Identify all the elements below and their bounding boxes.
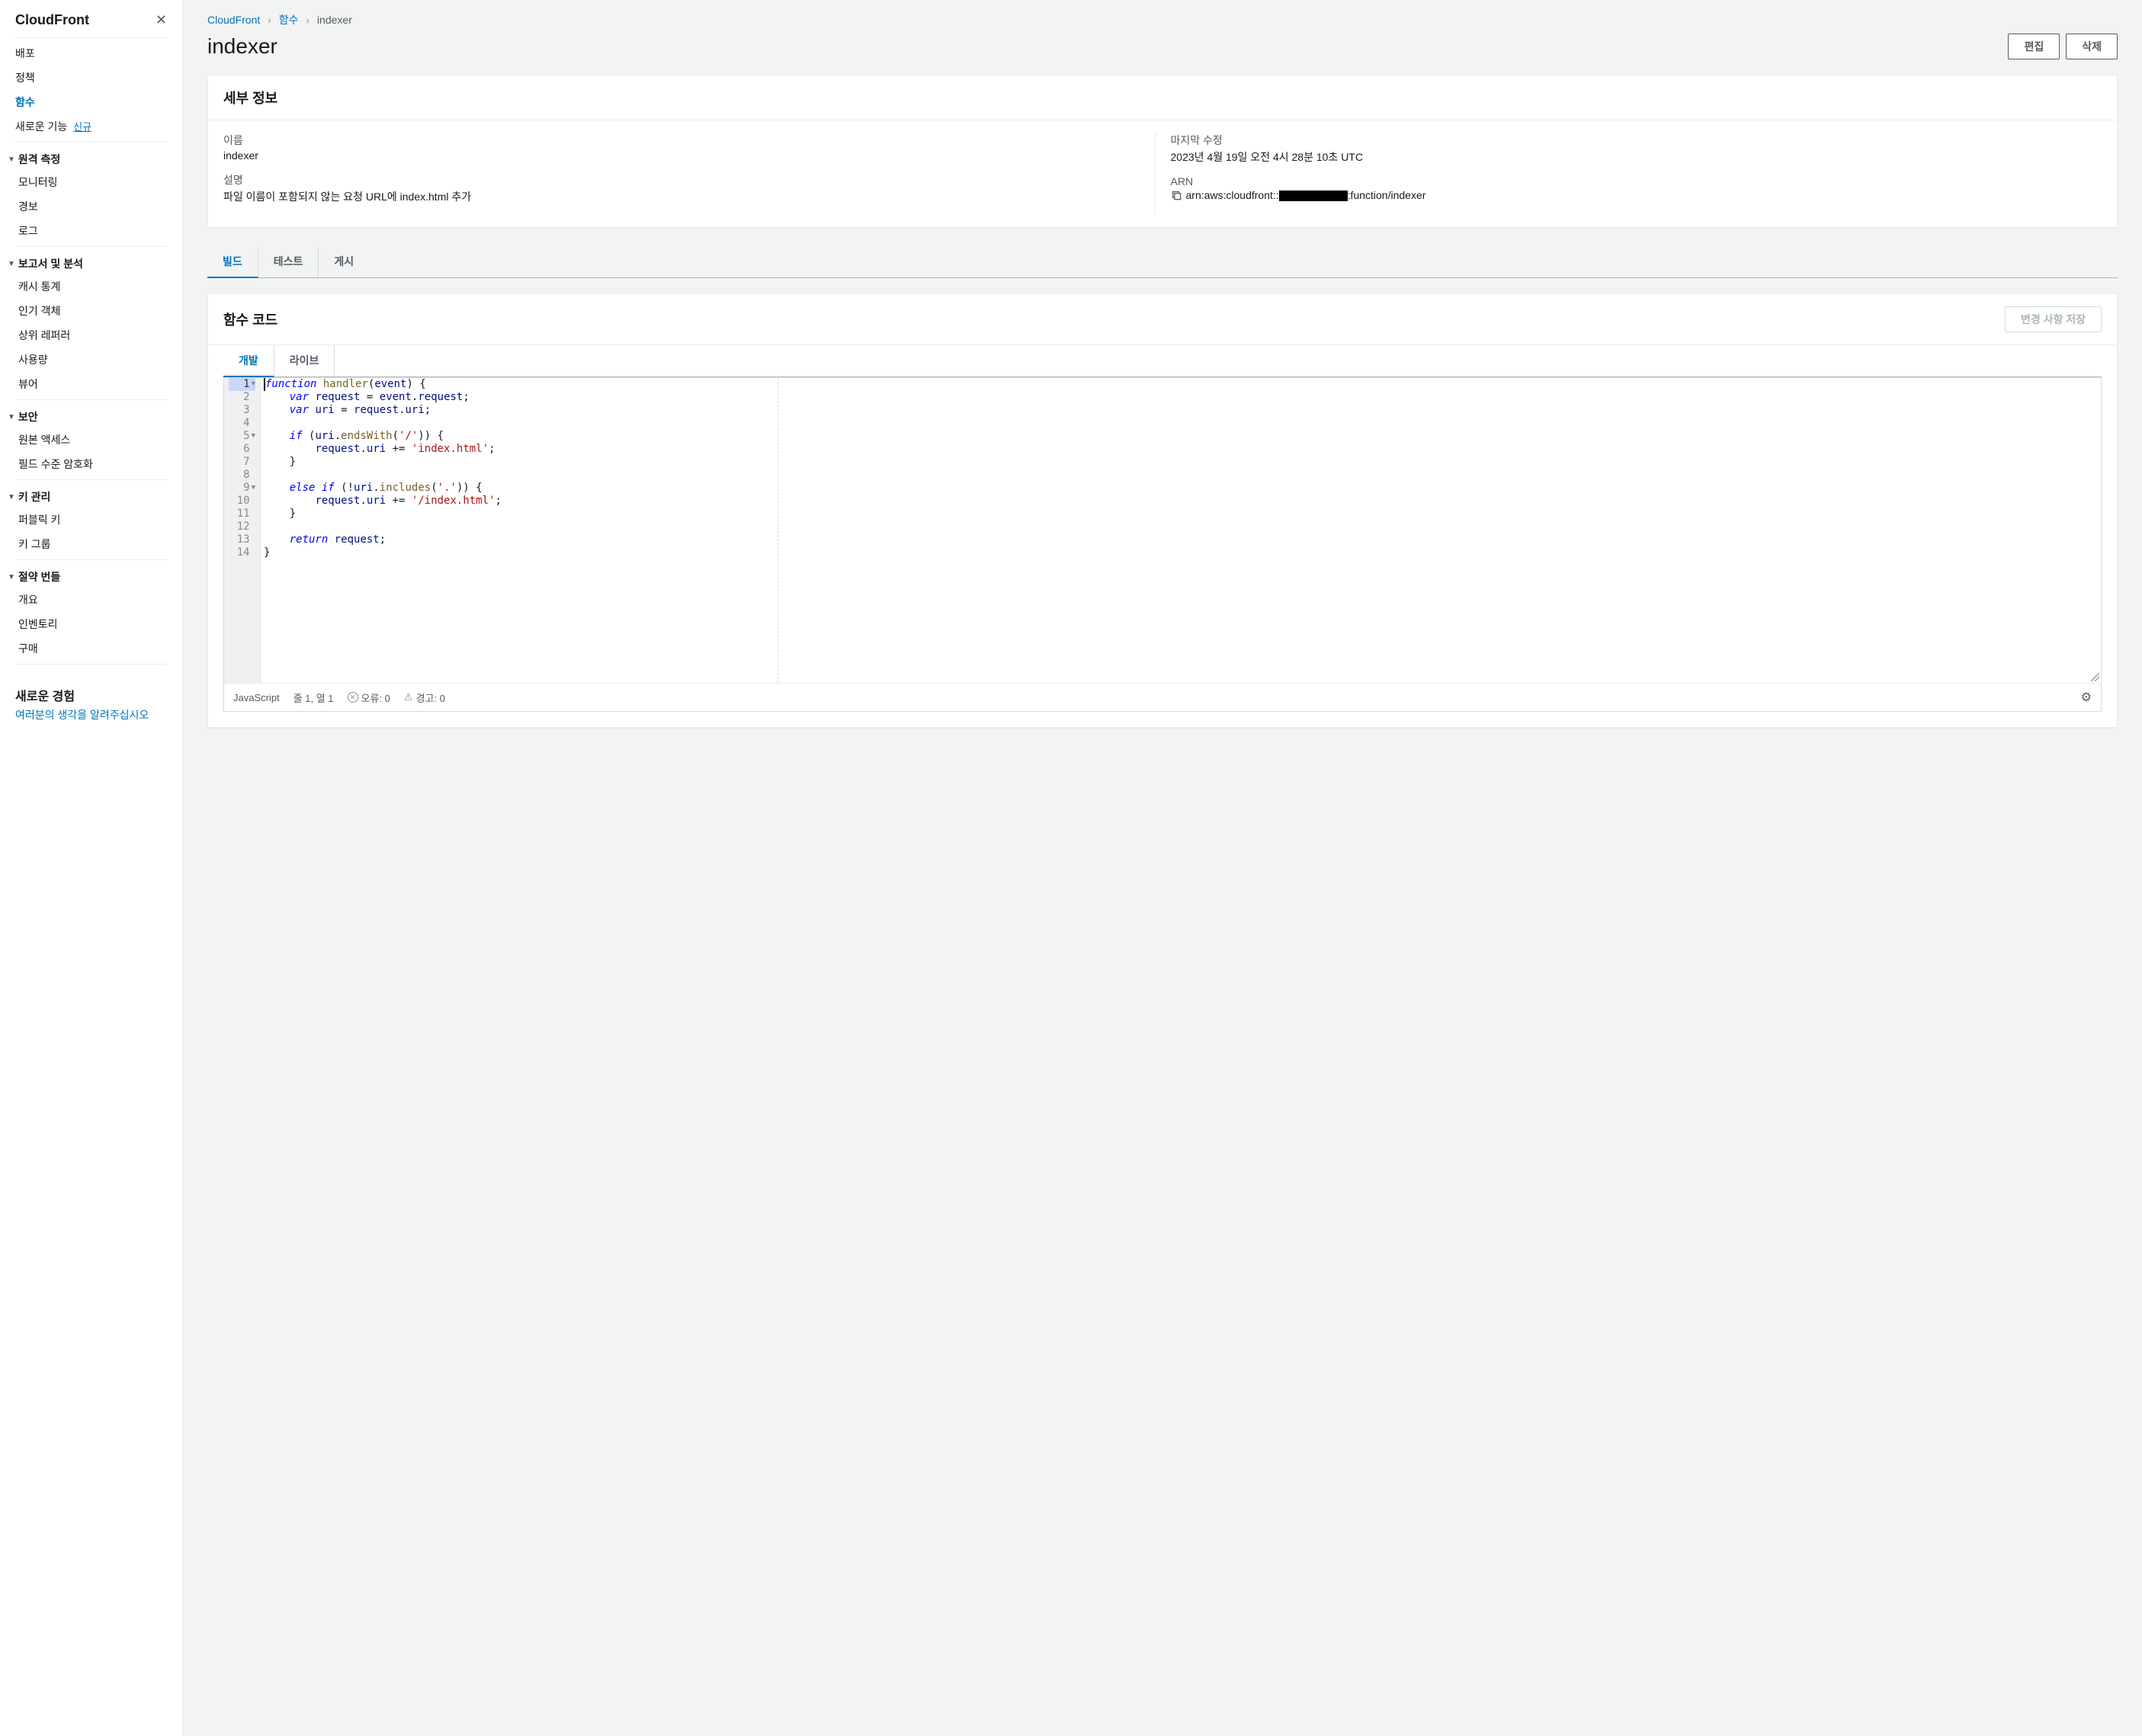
status-errors: ✕오류: 0: [348, 690, 390, 705]
status-lang: JavaScript: [233, 692, 280, 703]
page-header: indexer 편집 삭제: [207, 34, 2118, 59]
chevron-right-icon: ›: [306, 14, 309, 26]
caret-down-icon: ▼: [8, 493, 15, 501]
breadcrumb: CloudFront › 함수 › indexer: [207, 12, 2118, 27]
error-icon: ✕: [348, 692, 358, 703]
breadcrumb-root[interactable]: CloudFront: [207, 14, 260, 26]
arn-text: arn:aws:cloudfront:::function/indexer: [1186, 189, 1426, 201]
sidebar-footer: 새로운 경험 여러분의 생각을 알려주십시오: [0, 671, 182, 738]
sub-tab-dev[interactable]: 개발: [223, 345, 274, 377]
sidebar-item-whatsnew[interactable]: 새로운 기능 신규: [0, 114, 182, 139]
sidebar-item-logs[interactable]: 로그: [0, 219, 182, 243]
breadcrumb-functions[interactable]: 함수: [279, 14, 299, 26]
breadcrumb-leaf: indexer: [317, 14, 352, 26]
caret-down-icon: ▼: [8, 413, 15, 421]
details-header: 세부 정보: [208, 75, 2117, 120]
sub-tab-live[interactable]: 라이브: [274, 345, 335, 376]
warning-icon: [404, 691, 413, 703]
code-sub-tabs: 개발 라이브: [223, 345, 2102, 377]
editor-statusbar: JavaScript 줄 1, 열 1 ✕오류: 0 경고: 0 ⚙: [224, 683, 2101, 711]
sidebar-item-public-keys[interactable]: 퍼블릭 키: [0, 508, 182, 532]
edit-button[interactable]: 편집: [2008, 34, 2060, 59]
details-card: 세부 정보 이름 indexer 설명 파일 이름이 포함되지 않는 요청 UR…: [207, 75, 2118, 228]
editor-container: 1 ▼2 3 4 5 ▼6 7 8 9 ▼10 11 12 13 14 func…: [223, 377, 2102, 712]
sidebar-feedback-link[interactable]: 여러분의 생각을 알려주십시오: [15, 709, 149, 721]
code-card-title: 함수 코드: [223, 309, 277, 329]
sidebar-item-overview[interactable]: 개요: [0, 588, 182, 612]
copy-icon[interactable]: [1171, 190, 1182, 200]
sidebar-header: CloudFront ✕: [0, 0, 182, 37]
page-actions: 편집 삭제: [2008, 34, 2118, 59]
sidebar: CloudFront ✕ 배포 정책 함수 새로운 기능 신규 ▼원격 측정 모…: [0, 0, 183, 1736]
caret-down-icon: ▼: [8, 573, 15, 581]
new-badge: 신규: [73, 121, 91, 133]
sidebar-group-keys[interactable]: ▼키 관리: [0, 483, 182, 508]
close-icon[interactable]: ✕: [156, 12, 167, 28]
page-title: indexer: [207, 34, 277, 59]
arn-value: arn:aws:cloudfront:::function/indexer: [1171, 189, 2087, 201]
name-label: 이름: [223, 133, 1140, 148]
status-cursor-pos: 줄 1, 열 1: [293, 690, 334, 705]
sidebar-item-functions[interactable]: 함수: [0, 90, 182, 114]
sidebar-item-popular[interactable]: 인기 객체: [0, 299, 182, 323]
delete-button[interactable]: 삭제: [2066, 34, 2118, 59]
sidebar-item-usage[interactable]: 사용량: [0, 348, 182, 372]
sidebar-item-monitoring[interactable]: 모니터링: [0, 170, 182, 194]
sidebar-item-purchase[interactable]: 구매: [0, 636, 182, 661]
modified-value: 2023년 4월 19일 오전 4시 28분 10초 UTC: [1171, 149, 2087, 165]
sidebar-group-reports[interactable]: ▼보고서 및 분석: [0, 250, 182, 274]
sidebar-title: CloudFront: [15, 12, 89, 28]
name-value: indexer: [223, 149, 1140, 162]
caret-down-icon: ▼: [8, 260, 15, 268]
sidebar-top-items: 배포 정책 함수 새로운 기능 신규: [0, 38, 182, 142]
sidebar-item-cache[interactable]: 캐시 통계: [0, 274, 182, 299]
sidebar-item-distribution[interactable]: 배포: [0, 41, 182, 66]
tab-build[interactable]: 빌드: [207, 246, 258, 278]
editor-code-area[interactable]: function handler(event) { var request = …: [261, 378, 2101, 683]
function-tabs: 빌드 테스트 게시: [207, 246, 2118, 278]
save-changes-button[interactable]: 변경 사항 저장: [2005, 306, 2102, 332]
arn-label: ARN: [1171, 175, 2087, 187]
modified-label: 마지막 수정: [1171, 133, 2087, 148]
editor-gutter: 1 ▼2 3 4 5 ▼6 7 8 9 ▼10 11 12 13 14: [224, 378, 261, 683]
code-card: 함수 코드 변경 사항 저장 개발 라이브 1 ▼2 3 4 5 ▼6 7 8 …: [207, 293, 2118, 728]
sidebar-item-viewers[interactable]: 뷰어: [0, 372, 182, 396]
sidebar-item-alarms[interactable]: 경보: [0, 194, 182, 219]
sidebar-group-security[interactable]: ▼보안: [0, 403, 182, 428]
sidebar-item-field-encryption[interactable]: 필드 수준 암호화: [0, 452, 182, 476]
sidebar-group-telemetry[interactable]: ▼원격 측정: [0, 146, 182, 170]
main-content: CloudFront › 함수 › indexer indexer 편집 삭제 …: [183, 0, 2142, 1736]
sidebar-item-label: 새로운 기능: [15, 120, 67, 133]
chevron-right-icon: ›: [268, 14, 271, 26]
status-warnings: 경고: 0: [404, 690, 445, 705]
gear-icon[interactable]: ⚙: [2081, 690, 2092, 705]
resize-handle-icon[interactable]: [2090, 672, 2099, 681]
sidebar-footer-title: 새로운 경험: [15, 686, 167, 704]
sidebar-item-origin-access[interactable]: 원본 액세스: [0, 428, 182, 452]
sidebar-item-inventory[interactable]: 인벤토리: [0, 612, 182, 636]
tab-test[interactable]: 테스트: [258, 246, 319, 277]
tab-publish[interactable]: 게시: [319, 246, 369, 277]
sidebar-item-referrers[interactable]: 상위 레퍼러: [0, 323, 182, 348]
caret-down-icon: ▼: [8, 155, 15, 164]
sidebar-group-savings[interactable]: ▼절약 번들: [0, 563, 182, 588]
sidebar-item-key-groups[interactable]: 키 그룹: [0, 532, 182, 556]
code-card-header: 함수 코드 변경 사항 저장: [208, 294, 2117, 345]
code-editor[interactable]: 1 ▼2 3 4 5 ▼6 7 8 9 ▼10 11 12 13 14 func…: [224, 378, 2101, 683]
desc-label: 설명: [223, 172, 1140, 187]
sidebar-item-policy[interactable]: 정책: [0, 66, 182, 90]
redacted-account: [1279, 191, 1348, 201]
desc-value: 파일 이름이 포함되지 않는 요청 URL에 index.html 추가: [223, 189, 1140, 204]
